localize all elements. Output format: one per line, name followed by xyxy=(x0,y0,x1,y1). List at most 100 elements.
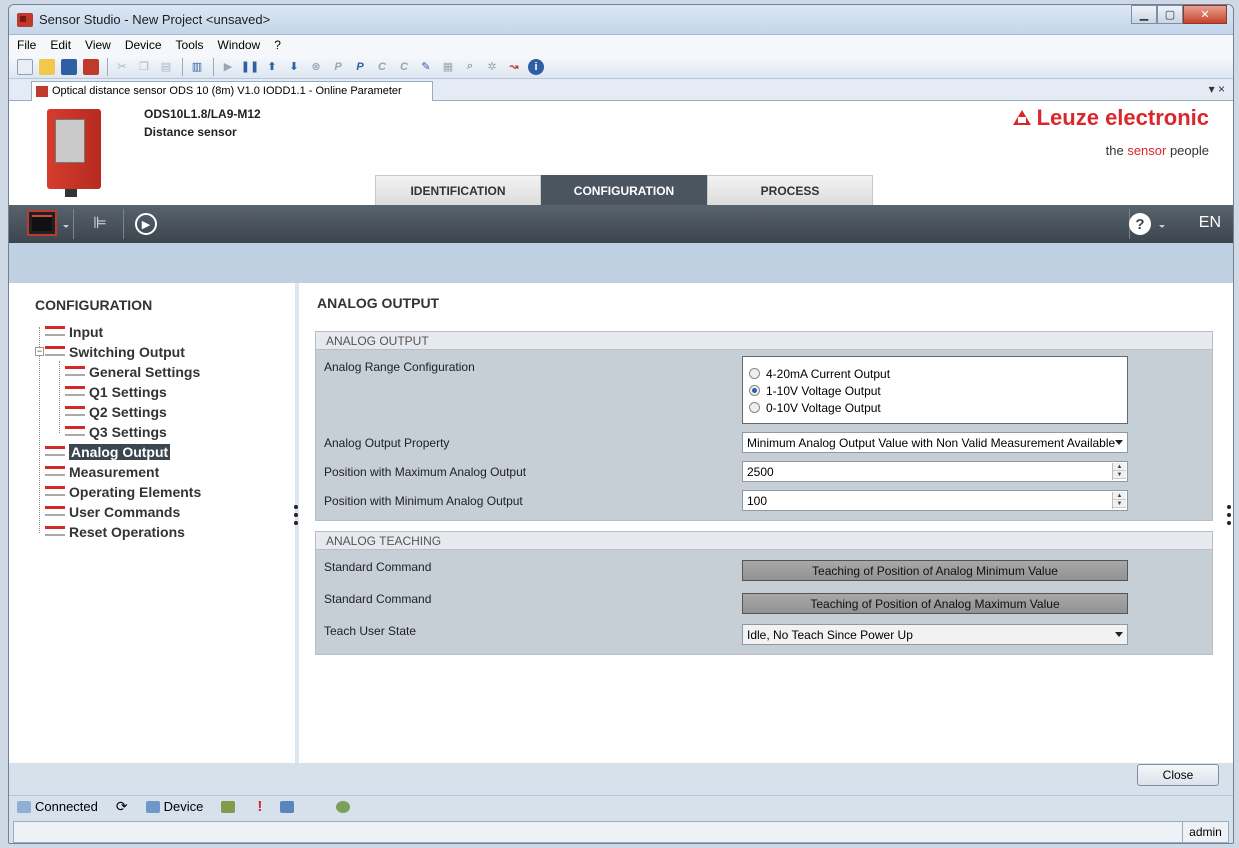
radio-0-10v[interactable]: 0-10V Voltage Output xyxy=(749,399,1127,416)
connected-icon xyxy=(17,800,31,813)
radio-label: 0-10V Voltage Output xyxy=(766,400,881,415)
computer-icon[interactable] xyxy=(280,800,298,813)
chevron-down-icon[interactable] xyxy=(1159,225,1165,228)
device-icon[interactable] xyxy=(83,58,99,75)
compare-write-icon[interactable]: C xyxy=(396,59,412,75)
copy-icon[interactable]: ❐ xyxy=(136,59,152,75)
document-tab[interactable]: Optical distance sensor ODS 10 (8m) V1.0… xyxy=(31,81,433,101)
toolbar-divider xyxy=(73,209,74,239)
sidebar-item-switching-output[interactable]: Switching Output xyxy=(45,343,185,362)
pause-icon[interactable]: ❚❚ xyxy=(241,59,259,75)
sidebar-item-general-settings[interactable]: General Settings xyxy=(65,363,200,382)
compare-icon[interactable]: C xyxy=(374,59,390,75)
min-position-input[interactable]: 100 ▲ ▼ xyxy=(742,490,1128,511)
chevron-down-icon[interactable] xyxy=(63,225,69,228)
language-selector[interactable]: EN xyxy=(1199,214,1221,232)
save-icon[interactable] xyxy=(61,58,77,75)
maximize-button[interactable]: ▢ xyxy=(1157,5,1183,24)
info-bar: admin xyxy=(13,821,1229,843)
connected-label: Connected xyxy=(35,799,98,814)
tab-close-controls[interactable]: ▾ × xyxy=(1209,82,1225,96)
open-folder-icon[interactable] xyxy=(39,58,55,75)
param-write-icon[interactable]: P xyxy=(352,59,368,75)
layout-icon[interactable]: ▥ xyxy=(189,59,205,75)
refresh-icon[interactable]: ⟳ xyxy=(116,798,128,815)
spin-buttons[interactable]: ▲ ▼ xyxy=(1112,492,1126,509)
menu-tools[interactable]: Tools xyxy=(176,38,204,52)
menu-help[interactable]: ? xyxy=(274,38,281,52)
stop-icon[interactable]: ⊗ xyxy=(308,59,324,75)
upload-icon[interactable]: ⬆ xyxy=(264,59,280,75)
chevron-down-icon[interactable] xyxy=(1115,632,1123,637)
sidebar-item-analog-output[interactable]: Analog Output xyxy=(45,443,171,462)
sidebar-item-operating-elements[interactable]: Operating Elements xyxy=(45,483,201,502)
chevron-down-icon[interactable] xyxy=(1115,440,1123,445)
sidebar-item-q3-settings[interactable]: Q3 Settings xyxy=(65,423,167,442)
page-title: ANALOG OUTPUT xyxy=(317,295,440,311)
radio-button[interactable] xyxy=(749,368,760,379)
info-icon[interactable]: i xyxy=(528,58,544,75)
play-icon[interactable]: ▶ xyxy=(220,59,236,75)
device-toolbar: ⊫ ▶ ? EN xyxy=(9,205,1233,243)
download-icon[interactable]: ⬇ xyxy=(286,59,302,75)
menu-window[interactable]: Window xyxy=(218,38,261,52)
radio-label: 4-20mA Current Output xyxy=(766,366,891,381)
radio-button[interactable] xyxy=(749,385,760,396)
sidebar-item-measurement[interactable]: Measurement xyxy=(45,463,159,482)
input-value: 2500 xyxy=(747,465,774,479)
minimize-button[interactable]: ▁ xyxy=(1131,5,1157,24)
teach-state-select[interactable]: Idle, No Teach Since Power Up xyxy=(742,624,1128,645)
teach-icon[interactable]: ⊫ xyxy=(93,213,107,233)
max-position-input[interactable]: 2500 ▲ ▼ xyxy=(742,461,1128,482)
display-icon[interactable] xyxy=(27,210,57,236)
gear-icon[interactable] xyxy=(336,800,354,813)
collapse-toggle[interactable]: − xyxy=(35,347,44,356)
menu-bar: File Edit View Device Tools Window ? xyxy=(9,35,1233,55)
chart-icon[interactable]: ▦ xyxy=(440,59,456,75)
device-status[interactable]: Device xyxy=(145,799,203,814)
menu-view[interactable]: View xyxy=(85,38,111,52)
tab-configuration[interactable]: CONFIGURATION xyxy=(541,175,707,205)
teach-min-button[interactable]: Teaching of Position of Analog Minimum V… xyxy=(742,560,1128,581)
menu-file[interactable]: File xyxy=(17,38,36,52)
tab-process[interactable]: PROCESS xyxy=(707,175,873,205)
help-icon[interactable]: ? xyxy=(1129,213,1151,235)
network-icon[interactable] xyxy=(221,800,239,813)
standard-command-label: Standard Command xyxy=(324,560,432,574)
teach-max-button[interactable]: Teaching of Position of Analog Maximum V… xyxy=(742,593,1128,614)
settings-icon[interactable]: ✲ xyxy=(484,59,500,75)
node-icon xyxy=(65,406,85,416)
device-type: Distance sensor xyxy=(144,125,237,139)
wrench-icon[interactable]: ✎ xyxy=(418,59,434,75)
select-value: Minimum Analog Output Value with Non Val… xyxy=(747,436,1116,450)
connect-icon[interactable]: ↝ xyxy=(506,59,522,75)
sidebar-item-label: General Settings xyxy=(89,364,201,380)
radio-4-20ma[interactable]: 4-20mA Current Output xyxy=(749,365,1127,382)
tagline-b: sensor xyxy=(1127,143,1167,158)
sidebar-item-q2-settings[interactable]: Q2 Settings xyxy=(65,403,167,422)
sidebar-item-q1-settings[interactable]: Q1 Settings xyxy=(65,383,167,402)
zoom-icon[interactable]: ⌕ xyxy=(462,59,478,75)
sidebar-item-reset-operations[interactable]: Reset Operations xyxy=(45,523,185,542)
cut-icon[interactable]: ✂ xyxy=(114,59,130,75)
menu-device[interactable]: Device xyxy=(125,38,162,52)
new-file-icon[interactable] xyxy=(17,58,33,75)
sidebar-item-label: Q2 Settings xyxy=(89,404,167,420)
toolbar-divider xyxy=(123,209,124,239)
paste-icon[interactable]: ▤ xyxy=(158,59,174,75)
alert-icon[interactable]: ! xyxy=(257,798,262,815)
param-read-icon[interactable]: P xyxy=(330,59,346,75)
sidebar-item-user-commands[interactable]: User Commands xyxy=(45,503,180,522)
close-window-button[interactable]: ✕ xyxy=(1183,5,1227,24)
output-property-select[interactable]: Minimum Analog Output Value with Non Val… xyxy=(742,432,1128,453)
tab-identification[interactable]: IDENTIFICATION xyxy=(375,175,541,205)
sidebar-item-input[interactable]: Input xyxy=(45,323,103,342)
tree-line xyxy=(59,361,60,433)
spin-buttons[interactable]: ▲ ▼ xyxy=(1112,463,1126,480)
menu-edit[interactable]: Edit xyxy=(50,38,71,52)
sidebar-splitter-handle[interactable] xyxy=(294,505,298,529)
radio-1-10v[interactable]: 1-10V Voltage Output xyxy=(749,382,1127,399)
run-icon[interactable]: ▶ xyxy=(135,213,157,235)
close-button[interactable]: Close xyxy=(1137,764,1219,786)
radio-button[interactable] xyxy=(749,402,760,413)
